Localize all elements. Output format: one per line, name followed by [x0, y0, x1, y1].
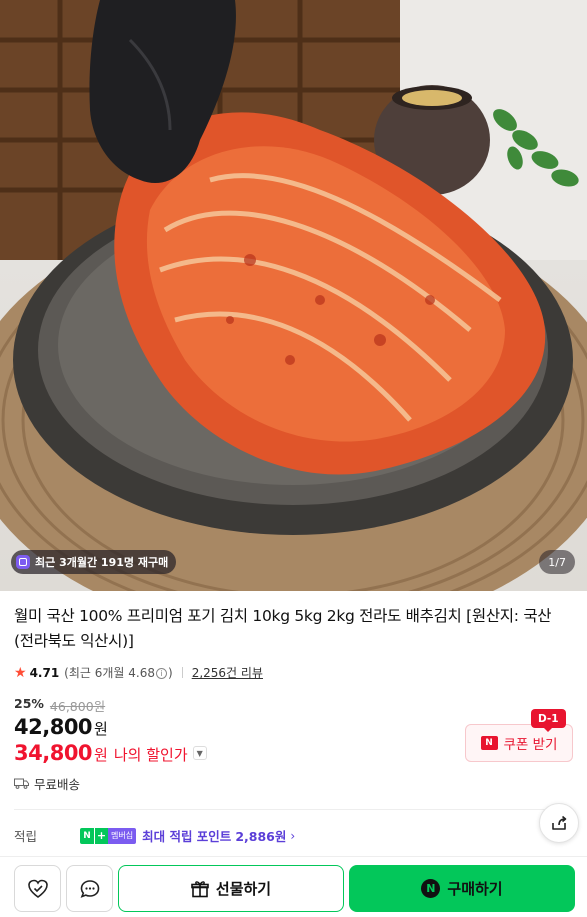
member-price-label: 나의 할인가	[113, 746, 188, 764]
original-price: 46,800원	[49, 699, 106, 714]
plus-icon: +	[95, 827, 108, 844]
member-price-unit: 원	[94, 746, 108, 764]
rebuy-badge: 최근 3개월간 191명 재구매	[11, 550, 177, 574]
rebuy-icon	[16, 555, 30, 569]
buy-label: 구매하기	[447, 880, 503, 898]
product-title: 월미 국산 100% 프리미엄 포기 김치 10kg 5kg 2kg 전라도 배…	[14, 607, 552, 650]
membership-label: 멤버십	[108, 827, 137, 844]
image-page-counter: 1/7	[539, 550, 575, 574]
price-meta: 25% 46,800원	[14, 696, 105, 715]
gift-icon	[191, 880, 209, 897]
share-button[interactable]	[539, 803, 579, 843]
heart-check-icon	[27, 879, 48, 898]
shipping-row: 무료배송	[14, 774, 80, 793]
dday-badge: D-1	[531, 709, 566, 732]
chevron-down-icon[interactable]: ▼	[192, 746, 207, 760]
share-icon	[552, 815, 567, 830]
buy-button[interactable]: N 구매하기	[349, 865, 575, 912]
points-label: 적립	[14, 829, 38, 844]
naver-n-icon: N	[480, 736, 498, 750]
truck-icon	[14, 778, 29, 789]
points-value: 2,886원	[235, 829, 287, 844]
divider	[14, 809, 573, 810]
recent-rating[interactable]: (최근 6개월 4.68 i)	[64, 664, 173, 681]
rating-row: ★ 4.71 (최근 6개월 4.68 i) 2,256건 리뷰	[14, 664, 263, 681]
sale-price-unit: 원	[94, 720, 108, 738]
divider	[181, 667, 183, 678]
member-price[interactable]: 34,800 원 나의 할인가 ▼	[14, 741, 207, 765]
recent-rating-prefix: (최근 6개월 4.68	[64, 666, 155, 680]
kimchi-photo	[0, 0, 587, 591]
discount-rate: 25%	[14, 696, 44, 711]
coupon-button[interactable]: N 쿠폰 받기	[465, 724, 573, 762]
review-count-link[interactable]: 2,256건 리뷰	[192, 664, 263, 681]
chevron-right-icon: ›	[290, 828, 296, 843]
npay-n-icon: N	[80, 827, 94, 844]
talk-button[interactable]	[66, 865, 113, 912]
wishlist-button[interactable]	[14, 865, 61, 912]
recent-rating-suffix: )	[168, 666, 173, 680]
product-image[interactable]: 최근 3개월간 191명 재구매 1/7	[0, 0, 587, 591]
star-icon: ★	[14, 664, 27, 681]
gift-button[interactable]: 선물하기	[118, 865, 344, 912]
sale-price: 42,800 원	[14, 715, 108, 739]
rebuy-badge-text: 최근 3개월간 191명 재구매	[35, 556, 169, 569]
member-price-value: 34,800	[14, 741, 93, 765]
sale-price-value: 42,800	[14, 715, 93, 739]
points-text: 최대 적립 포인트	[142, 829, 232, 844]
rating-value: 4.71	[29, 665, 60, 680]
points-row[interactable]: 적립 N + 멤버십 최대 적립 포인트 2,886원 ›	[14, 826, 295, 845]
info-icon[interactable]: i	[156, 668, 167, 679]
bottom-action-bar: 선물하기 N 구매하기	[0, 856, 587, 917]
naver-n-icon: N	[421, 879, 441, 898]
chat-icon	[80, 879, 99, 898]
coupon-label: 쿠폰 받기	[503, 737, 558, 753]
gift-label: 선물하기	[215, 880, 272, 898]
shipping-label: 무료배송	[34, 777, 81, 792]
npay-membership-badge: N + 멤버십	[80, 827, 137, 844]
